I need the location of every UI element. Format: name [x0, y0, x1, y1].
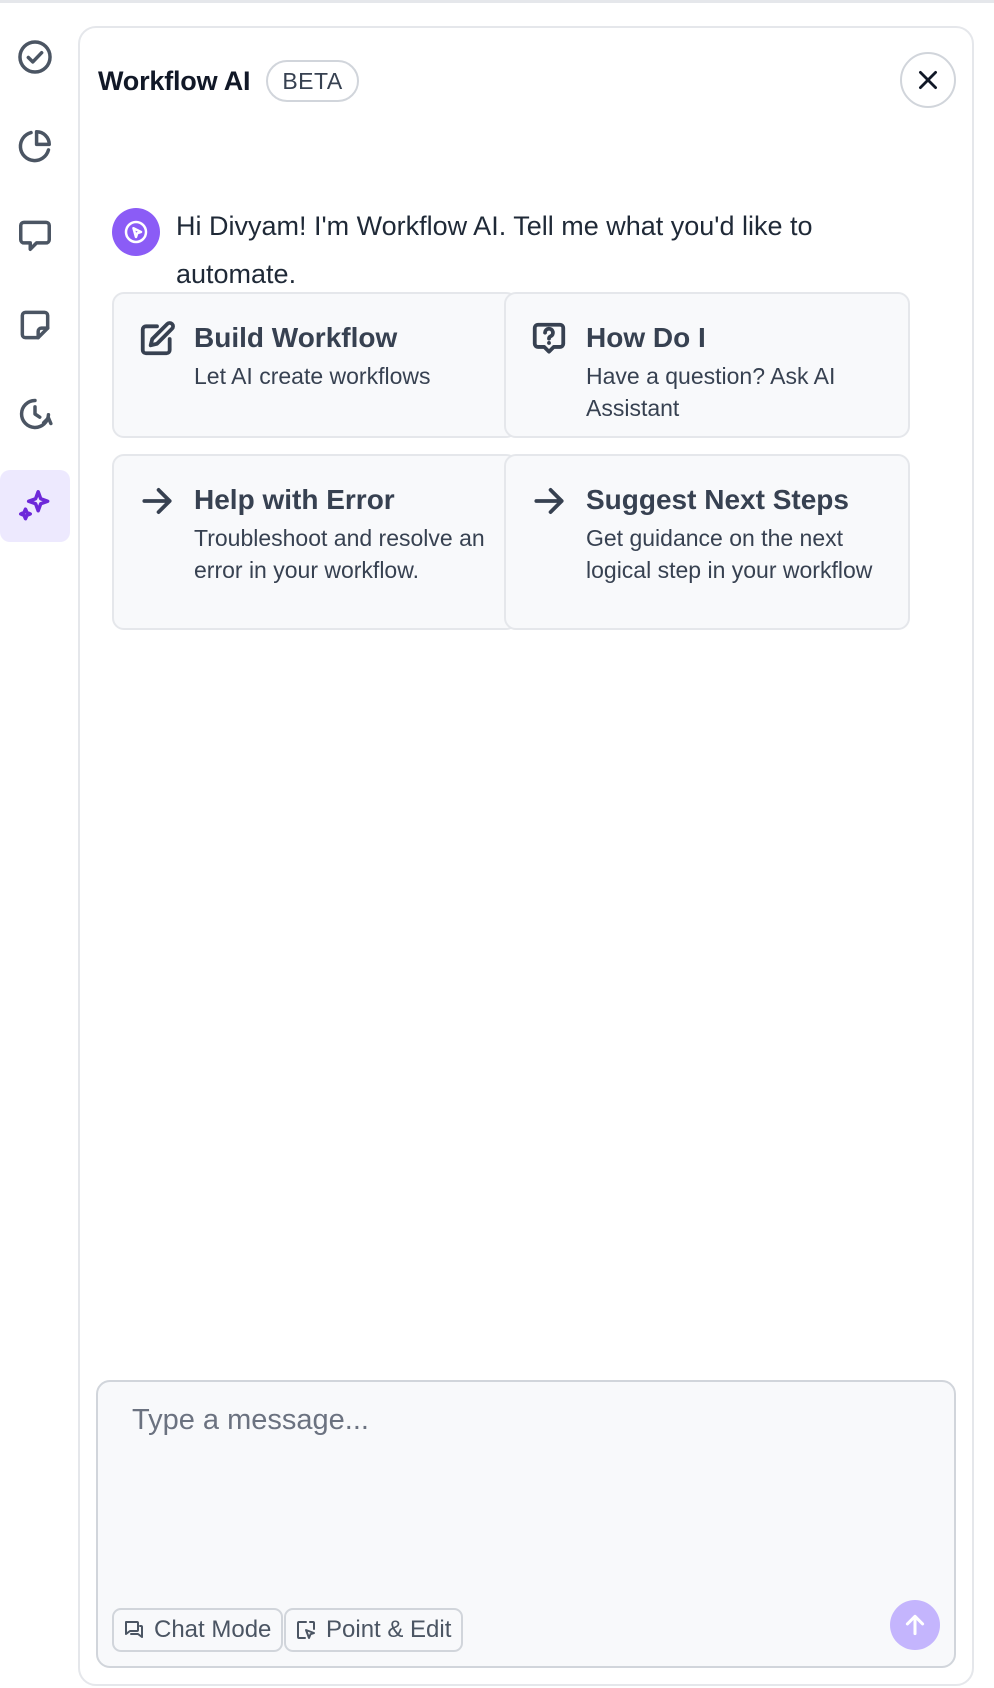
card-help-with-error[interactable]: Help with Error Troubleshoot and resolve…: [112, 454, 518, 630]
rail-item-workflow-ai[interactable]: [0, 470, 70, 542]
left-nav-rail: [0, 3, 72, 1688]
close-button[interactable]: [900, 52, 956, 108]
ai-cursor-icon: [124, 220, 148, 244]
arrow-up-icon: [905, 1614, 925, 1636]
card-description: Get guidance on the next logical step in…: [586, 525, 873, 583]
workflow-ai-panel: Workflow AI BETA Hi Divyam! I'm Workflow…: [78, 26, 974, 1686]
card-build-workflow[interactable]: Build Workflow Let AI create workflows: [112, 292, 518, 438]
rail-item-history[interactable]: [0, 378, 70, 450]
chat-bubble-icon: [19, 220, 51, 251]
greeting-text: Hi Divyam! I'm Workflow AI. Tell me what…: [176, 211, 813, 289]
question-bubble-icon: [532, 322, 566, 354]
top-divider: [0, 0, 994, 3]
card-title: Suggest Next Steps: [586, 484, 849, 515]
rail-item-comments[interactable]: [0, 199, 70, 271]
card-description: Let AI create workflows: [194, 363, 431, 389]
sticky-note-icon: [20, 310, 50, 340]
check-circle-icon: [18, 40, 52, 74]
send-button[interactable]: [890, 1600, 940, 1650]
card-description: Troubleshoot and resolve an error in you…: [194, 525, 485, 583]
chat-mode-label: Chat Mode: [154, 1616, 272, 1643]
ai-avatar: [112, 208, 160, 256]
close-icon: [919, 71, 937, 89]
rail-item-analytics[interactable]: [0, 110, 70, 182]
point-edit-button[interactable]: Point & Edit: [284, 1608, 464, 1652]
rail-item-notes[interactable]: [0, 289, 70, 361]
card-title: How Do I: [586, 322, 706, 353]
panel-header: Workflow AI BETA: [98, 58, 359, 104]
sparkles-icon: [19, 490, 50, 521]
pie-chart-icon: [18, 130, 51, 163]
chat-mode-button[interactable]: Chat Mode: [112, 1608, 284, 1652]
arrow-right-icon: [534, 488, 564, 514]
card-description: Have a question? Ask AI Assistant: [586, 363, 836, 421]
message-input[interactable]: [98, 1382, 954, 1592]
pointer-edit-icon: [297, 1621, 315, 1639]
panel-title: Workflow AI: [98, 65, 251, 96]
card-title: Help with Error: [194, 484, 395, 515]
card-suggest-next-steps[interactable]: Suggest Next Steps Get guidance on the n…: [504, 454, 910, 630]
rail-item-tasks[interactable]: [0, 21, 70, 93]
card-title: Build Workflow: [194, 322, 398, 353]
chat-bubbles-icon: [125, 1621, 143, 1638]
message-composer: Chat Mode Point & Edit: [96, 1380, 956, 1668]
beta-badge: BETA: [266, 60, 359, 102]
history-icon: [19, 398, 53, 430]
edit-icon: [140, 321, 175, 356]
card-how-do-i[interactable]: How Do I Have a question? Ask AI Assista…: [504, 292, 910, 438]
arrow-right-icon: [142, 488, 172, 514]
point-edit-label: Point & Edit: [326, 1616, 452, 1643]
